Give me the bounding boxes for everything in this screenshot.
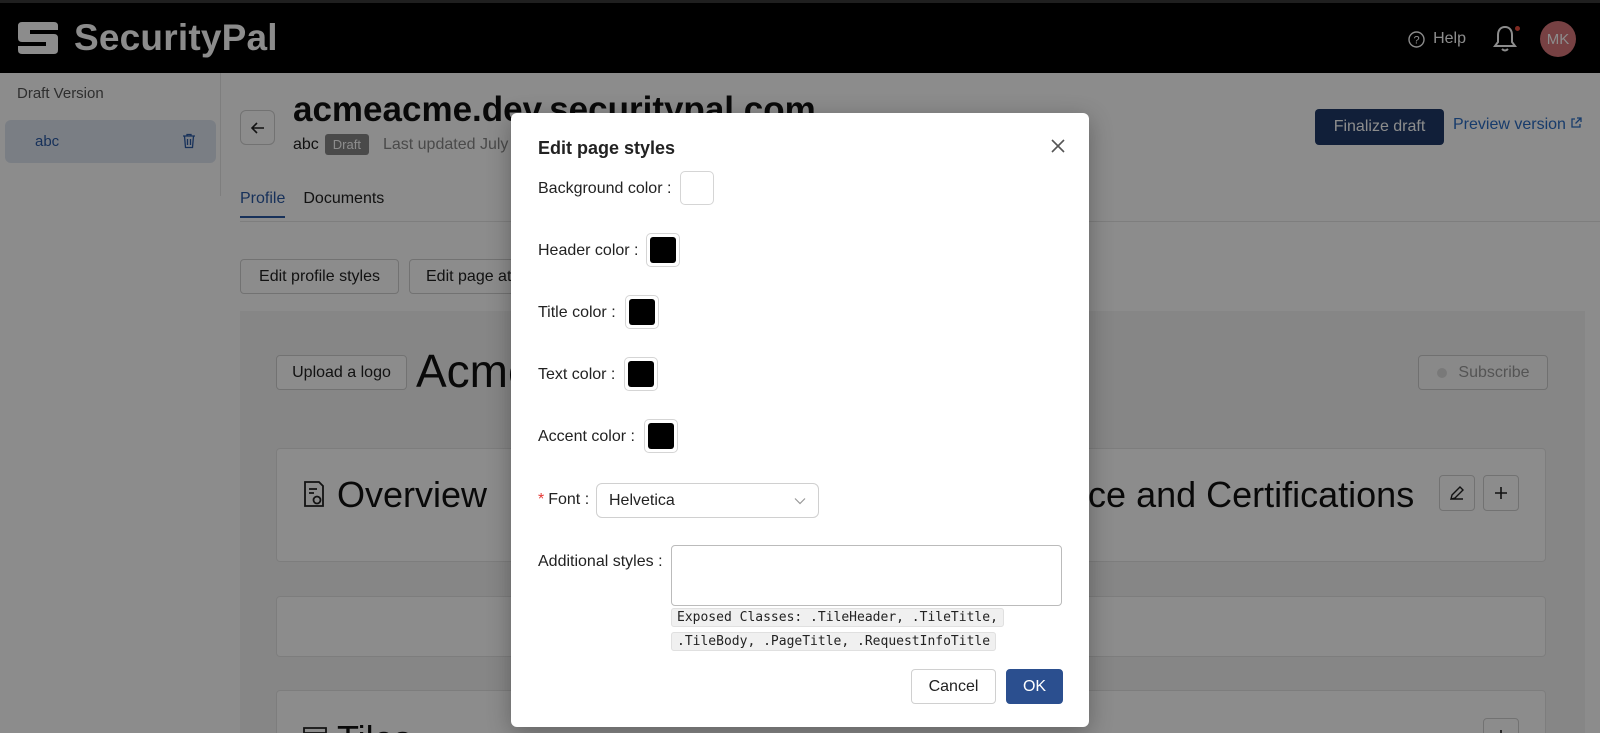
header-color-swatch	[650, 237, 676, 263]
accent-color-picker[interactable]	[644, 419, 678, 453]
background-color-picker[interactable]	[680, 171, 714, 205]
text-color-label: Text color :	[538, 366, 616, 383]
header-color-picker[interactable]	[646, 233, 680, 267]
close-icon[interactable]	[1048, 136, 1068, 156]
additional-styles-label: Additional styles :	[538, 553, 663, 570]
text-color-swatch	[628, 361, 654, 387]
additional-styles-input[interactable]	[671, 545, 1062, 606]
title-color-label: Title color :	[538, 304, 616, 321]
ok-button[interactable]: OK	[1006, 669, 1063, 704]
hint-line-2: .TileBody, .PageTitle, .RequestInfoTitle	[671, 632, 997, 651]
background-color-swatch	[684, 175, 710, 201]
font-select[interactable]: Helvetica	[596, 483, 819, 518]
font-select-value: Helvetica	[609, 491, 675, 509]
chevron-down-icon	[794, 497, 806, 504]
header-color-label: Header color :	[538, 242, 639, 259]
edit-page-styles-modal: Edit page styles Background color : Head…	[511, 113, 1089, 727]
cancel-button[interactable]: Cancel	[911, 669, 996, 704]
accent-color-swatch	[648, 423, 674, 449]
modal-title: Edit page styles	[538, 138, 676, 158]
font-label: * Font :	[538, 491, 590, 508]
title-color-swatch	[629, 299, 655, 325]
background-color-label: Background color :	[538, 180, 672, 197]
title-color-picker[interactable]	[625, 295, 659, 329]
hint-line-1: Exposed Classes: .TileHeader, .TileTitle…	[671, 608, 1004, 627]
accent-color-label: Accent color :	[538, 428, 635, 445]
required-marker: *	[538, 491, 545, 508]
text-color-picker[interactable]	[624, 357, 658, 391]
exposed-classes-hint: Exposed Classes: .TileHeader, .TileTitle…	[671, 606, 1011, 654]
